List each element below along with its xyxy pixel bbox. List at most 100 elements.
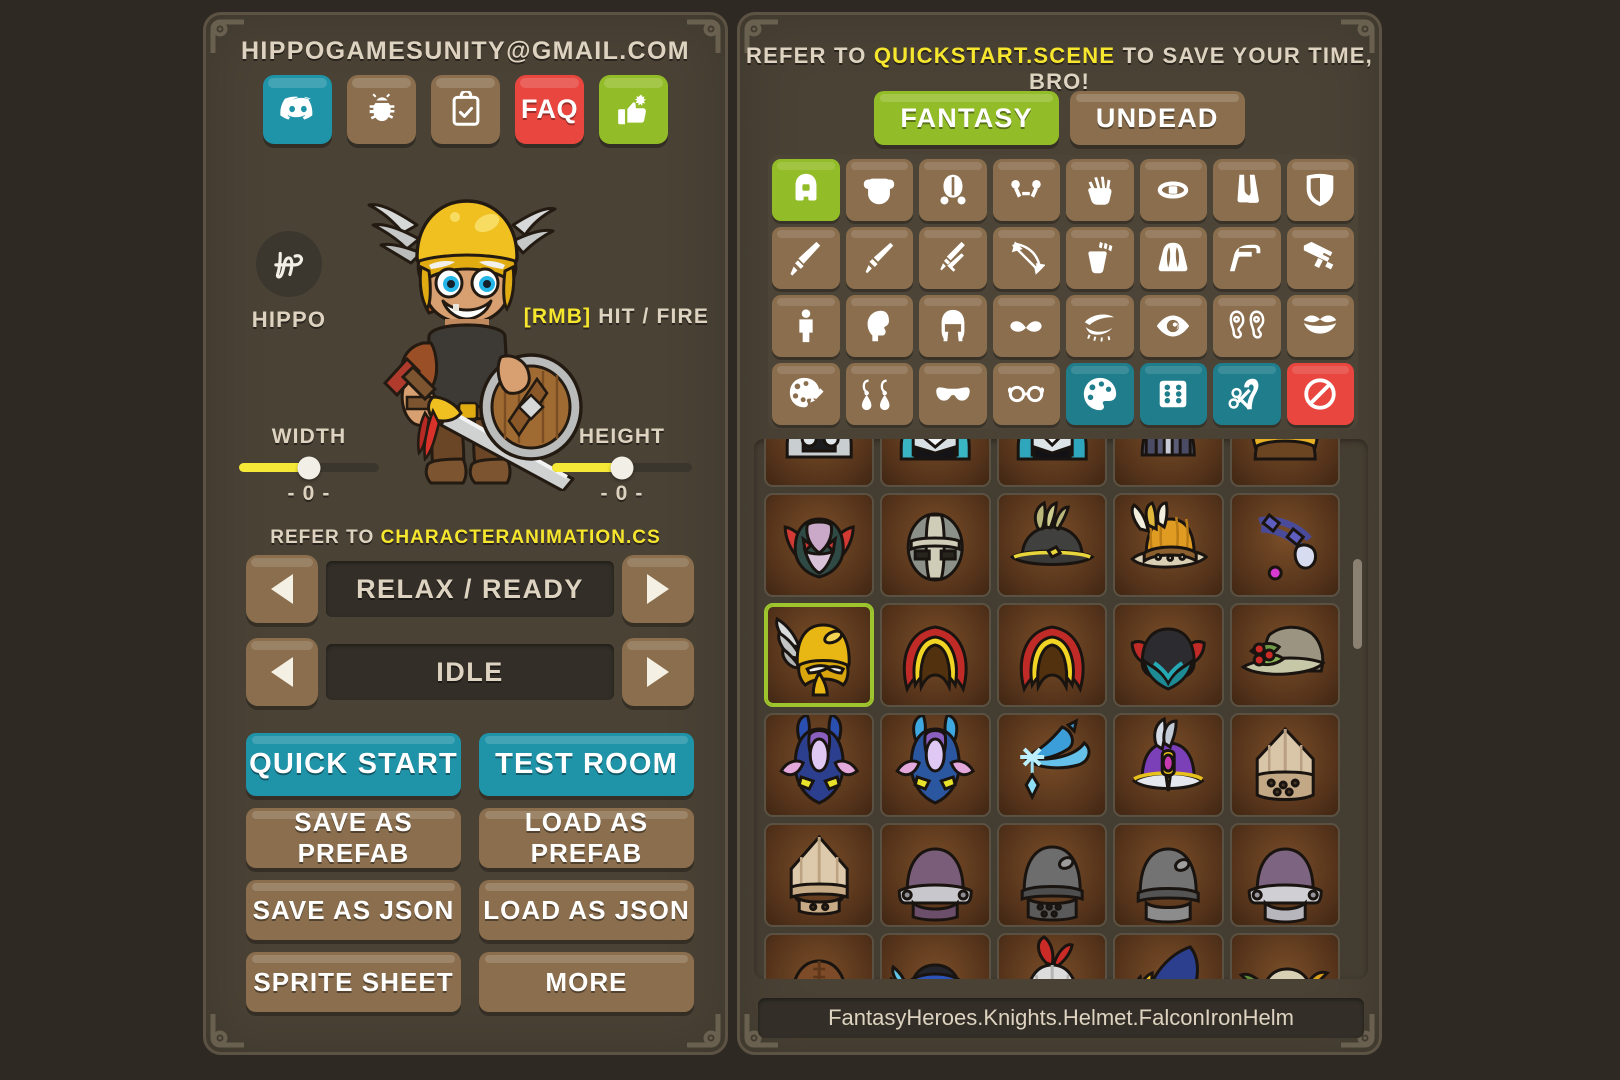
category-dual-weapon[interactable] <box>919 227 987 289</box>
category-helmet[interactable] <box>772 159 840 221</box>
item-cell[interactable] <box>1229 713 1340 817</box>
animation-set-value[interactable]: RELAX / READY <box>326 561 614 617</box>
item-cell[interactable] <box>764 823 875 927</box>
item-cell[interactable] <box>764 713 875 817</box>
faction-tab-group: FANTASY UNDEAD <box>740 91 1379 145</box>
item-cell[interactable] <box>996 493 1108 597</box>
category-dagger[interactable] <box>845 227 913 289</box>
item-cell[interactable] <box>764 603 875 707</box>
body-icon <box>799 309 813 343</box>
item-cell[interactable] <box>996 933 1108 979</box>
category-shield[interactable] <box>1286 159 1354 221</box>
item-cell[interactable] <box>764 933 875 979</box>
test-room-button[interactable]: TEST ROOM <box>479 733 694 796</box>
load-as-json-button[interactable]: LOAD AS JSON <box>479 880 694 940</box>
category-pistol[interactable] <box>1213 227 1281 289</box>
animation-clip-prev-button[interactable] <box>246 638 318 706</box>
animation-clip-next-button[interactable] <box>622 638 694 706</box>
category-body[interactable] <box>772 295 840 357</box>
item-cell[interactable] <box>1113 713 1224 817</box>
category-mouth[interactable] <box>1286 295 1354 357</box>
item-cell[interactable] <box>880 823 991 927</box>
chevron-left-icon <box>271 657 293 687</box>
category-eyebrows[interactable] <box>1066 295 1134 357</box>
tab-fantasy[interactable]: FANTASY <box>874 91 1059 145</box>
item-cell[interactable] <box>880 493 991 597</box>
category-pauldrons[interactable] <box>919 159 987 221</box>
category-clear[interactable] <box>1286 363 1354 425</box>
item-cell[interactable] <box>1113 933 1224 979</box>
category-boots[interactable] <box>1213 159 1281 221</box>
report-bug-button[interactable] <box>347 75 416 144</box>
save-as-json-button[interactable]: SAVE AS JSON <box>246 880 461 940</box>
height-slider-knob[interactable] <box>610 456 634 479</box>
changelog-button[interactable] <box>431 75 500 144</box>
category-hair[interactable] <box>919 295 987 357</box>
category-makeup[interactable] <box>772 363 840 425</box>
category-randomize[interactable] <box>1139 363 1207 425</box>
category-bow[interactable] <box>992 227 1060 289</box>
eye-icon <box>1157 315 1190 337</box>
quick-start-button[interactable]: QUICK START <box>246 733 461 796</box>
category-ears[interactable] <box>1213 295 1281 357</box>
item-cell[interactable] <box>1229 439 1340 487</box>
item-cell[interactable] <box>1113 823 1224 927</box>
height-slider-track[interactable] <box>552 456 692 479</box>
item-cell[interactable] <box>1229 933 1340 979</box>
category-sword[interactable] <box>772 227 840 289</box>
item-cell[interactable] <box>996 713 1108 817</box>
item-cell[interactable] <box>1229 603 1340 707</box>
category-rifle[interactable] <box>1286 227 1354 289</box>
hippo-monogram-icon <box>274 251 303 279</box>
category-quiver[interactable] <box>1066 227 1134 289</box>
category-facial-hair[interactable] <box>992 295 1060 357</box>
category-head[interactable] <box>845 295 913 357</box>
rate-button[interactable] <box>599 75 668 144</box>
discord-icon <box>279 96 312 120</box>
discord-button[interactable] <box>263 75 332 144</box>
category-mask[interactable] <box>919 363 987 425</box>
more-button[interactable]: MORE <box>479 952 694 1012</box>
save-as-prefab-button[interactable]: SAVE AS PREFAB <box>246 807 461 868</box>
category-earrings[interactable] <box>845 363 913 425</box>
faq-button[interactable]: FAQ <box>515 75 584 144</box>
category-glasses[interactable] <box>992 363 1060 425</box>
social-button-row: FAQ <box>206 75 725 144</box>
item-cell[interactable] <box>996 603 1108 707</box>
item-cell[interactable] <box>880 439 991 487</box>
tab-undead[interactable]: UNDEAD <box>1069 91 1245 145</box>
category-armor[interactable] <box>845 159 913 221</box>
earrings-icon <box>862 379 890 411</box>
category-barber[interactable] <box>1213 363 1281 425</box>
category-colors[interactable] <box>1066 363 1134 425</box>
item-list[interactable] <box>754 439 1368 979</box>
width-slider-value: - 0 - <box>287 482 331 505</box>
category-bracers[interactable] <box>992 159 1060 221</box>
category-cape[interactable] <box>1139 227 1207 289</box>
item-cell[interactable] <box>1113 493 1224 597</box>
item-cell[interactable] <box>764 493 875 597</box>
load-as-prefab-button[interactable]: LOAD AS PREFAB <box>479 807 694 868</box>
item-scrollbar[interactable] <box>1353 559 1362 649</box>
category-belt[interactable] <box>1139 159 1207 221</box>
width-slider-track[interactable] <box>239 456 379 479</box>
item-cell[interactable] <box>996 823 1108 927</box>
ears-icon <box>1229 310 1265 339</box>
item-cell[interactable] <box>880 933 991 979</box>
item-cell[interactable] <box>880 713 991 817</box>
animation-set-prev-button[interactable] <box>246 555 318 623</box>
item-cell[interactable] <box>1229 493 1340 597</box>
sprite-sheet-button[interactable]: SPRITE SHEET <box>246 952 461 1012</box>
item-cell[interactable] <box>1113 439 1224 487</box>
item-cell[interactable] <box>764 439 875 487</box>
category-eyes[interactable] <box>1139 295 1207 357</box>
pauldrons-icon <box>940 174 966 205</box>
category-gloves[interactable] <box>1066 159 1134 221</box>
item-cell[interactable] <box>996 439 1108 487</box>
item-cell[interactable] <box>1229 823 1340 927</box>
width-slider-knob[interactable] <box>297 456 321 479</box>
animation-set-next-button[interactable] <box>622 555 694 623</box>
item-cell[interactable] <box>1113 603 1224 707</box>
animation-clip-value[interactable]: IDLE <box>326 644 614 700</box>
item-cell[interactable] <box>880 603 991 707</box>
